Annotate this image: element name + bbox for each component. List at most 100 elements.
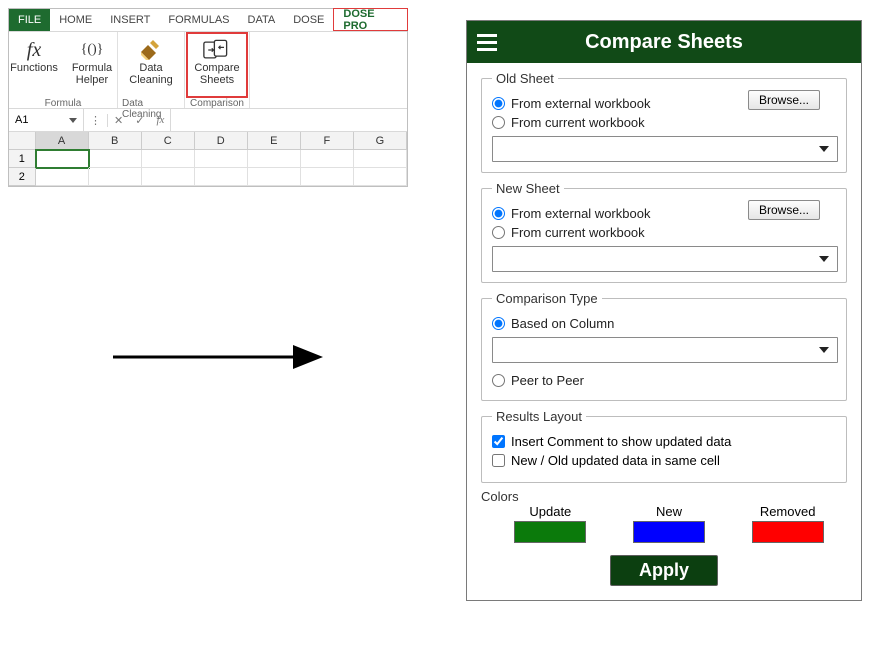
column-headers: A B C D E F G xyxy=(9,132,407,150)
pane-title: Compare Sheets xyxy=(507,31,861,54)
results-layout-group: Results Layout Insert Comment to show up… xyxy=(481,409,847,483)
based-on-column-label: Based on Column xyxy=(511,316,614,331)
old-sheet-legend: Old Sheet xyxy=(492,71,558,86)
cell[interactable] xyxy=(89,168,142,186)
ribbon: fx Functions {()} Formula Helper Formula… xyxy=(9,32,407,108)
col-header-d[interactable]: D xyxy=(195,132,248,150)
cell[interactable] xyxy=(248,150,301,168)
ribbon-tabs: FILE HOME INSERT FORMULAS DATA DOSE DOSE… xyxy=(9,9,407,32)
cell[interactable] xyxy=(301,150,354,168)
old-sheet-external-label: From external workbook xyxy=(511,96,650,111)
tab-dose[interactable]: DOSE xyxy=(284,9,333,31)
cell-a1[interactable] xyxy=(36,150,89,168)
colors-section: Colors Update New Removed xyxy=(481,489,847,543)
formula-helper-label-2: Helper xyxy=(76,74,108,86)
color-new-swatch[interactable] xyxy=(633,521,705,543)
comparison-type-group: Comparison Type Based on Column Peer to … xyxy=(481,291,847,401)
col-header-e[interactable]: E xyxy=(248,132,301,150)
col-header-c[interactable]: C xyxy=(142,132,195,150)
apply-button[interactable]: Apply xyxy=(610,555,718,586)
color-update-swatch[interactable] xyxy=(514,521,586,543)
data-cleaning-button[interactable]: Data Cleaning xyxy=(122,34,180,96)
arrow-icon xyxy=(8,342,428,372)
row-1: 1 xyxy=(9,150,407,168)
namebox-menu-icon[interactable]: ⋮ xyxy=(84,114,108,127)
insert-comment-label: Insert Comment to show updated data xyxy=(511,434,731,449)
cell[interactable] xyxy=(354,150,407,168)
new-sheet-current-radio[interactable] xyxy=(492,226,505,239)
old-sheet-external-radio[interactable] xyxy=(492,97,505,110)
col-header-b[interactable]: B xyxy=(89,132,142,150)
new-sheet-browse-button[interactable]: Browse... xyxy=(748,200,820,220)
tab-home[interactable]: HOME xyxy=(50,9,101,31)
row-2: 2 xyxy=(9,168,407,186)
color-update: Update xyxy=(514,504,586,543)
comparison-type-legend: Comparison Type xyxy=(492,291,602,306)
new-sheet-legend: New Sheet xyxy=(492,181,564,196)
ribbon-group-formula: fx Functions {()} Formula Helper Formula xyxy=(9,32,118,108)
data-cleaning-label-1: Data xyxy=(139,62,162,74)
color-removed-label: Removed xyxy=(760,504,816,519)
braces-icon: {()} xyxy=(78,38,106,62)
data-cleaning-label-2: Cleaning xyxy=(129,74,172,86)
tab-dose-pro[interactable]: DOSE PRO xyxy=(333,8,408,31)
color-new-label: New xyxy=(656,504,682,519)
tab-file[interactable]: FILE xyxy=(9,9,50,31)
cancel-icon[interactable]: ✕ xyxy=(108,114,129,127)
excel-window: FILE HOME INSERT FORMULAS DATA DOSE DOSE… xyxy=(8,8,408,187)
tab-insert[interactable]: INSERT xyxy=(101,9,159,31)
compare-sheets-label-1: Compare xyxy=(194,62,239,74)
color-removed-swatch[interactable] xyxy=(752,521,824,543)
peer-to-peer-radio[interactable] xyxy=(492,374,505,387)
new-sheet-dropdown[interactable] xyxy=(492,246,838,272)
new-sheet-current-label: From current workbook xyxy=(511,225,645,240)
based-on-column-radio[interactable] xyxy=(492,317,505,330)
formula-helper-label-1: Formula xyxy=(72,62,112,74)
ribbon-group-comparison: Compare Sheets Comparison xyxy=(185,32,250,108)
col-header-g[interactable]: G xyxy=(354,132,407,150)
cell[interactable] xyxy=(36,168,89,186)
tab-formulas[interactable]: FORMULAS xyxy=(159,9,238,31)
cell[interactable] xyxy=(142,150,195,168)
new-sheet-external-label: From external workbook xyxy=(511,206,650,221)
fx-icon: fx xyxy=(20,38,48,62)
same-cell-checkbox[interactable] xyxy=(492,454,505,467)
col-header-a[interactable]: A xyxy=(36,132,89,150)
peer-to-peer-label: Peer to Peer xyxy=(511,373,584,388)
cell[interactable] xyxy=(248,168,301,186)
old-sheet-dropdown[interactable] xyxy=(492,136,838,162)
tab-data[interactable]: DATA xyxy=(239,9,285,31)
fx-icon[interactable]: fx xyxy=(150,114,170,126)
old-sheet-browse-button[interactable]: Browse... xyxy=(748,90,820,110)
broom-icon xyxy=(137,38,165,62)
functions-label: Functions xyxy=(10,62,58,74)
hamburger-menu-icon[interactable] xyxy=(467,34,507,51)
ribbon-group-data-cleaning: Data Cleaning Data Cleaning xyxy=(118,32,185,108)
color-update-label: Update xyxy=(529,504,571,519)
col-header-f[interactable]: F xyxy=(301,132,354,150)
cell[interactable] xyxy=(89,150,142,168)
formula-helper-button[interactable]: {()} Formula Helper xyxy=(63,34,121,96)
insert-comment-checkbox[interactable] xyxy=(492,435,505,448)
row-header-1[interactable]: 1 xyxy=(9,150,36,168)
cell[interactable] xyxy=(301,168,354,186)
formula-input[interactable] xyxy=(170,109,407,131)
new-sheet-external-radio[interactable] xyxy=(492,207,505,220)
name-box[interactable]: A1 xyxy=(9,109,84,131)
old-sheet-group: Old Sheet Browse... From external workbo… xyxy=(481,71,847,173)
same-cell-label: New / Old updated data in same cell xyxy=(511,453,720,468)
cell[interactable] xyxy=(195,150,248,168)
colors-title: Colors xyxy=(481,489,519,504)
row-header-2[interactable]: 2 xyxy=(9,168,36,186)
comparison-column-dropdown[interactable] xyxy=(492,337,838,363)
color-removed: Removed xyxy=(752,504,824,543)
compare-sheets-button[interactable]: Compare Sheets xyxy=(186,32,248,98)
functions-button[interactable]: fx Functions xyxy=(5,34,63,96)
cell[interactable] xyxy=(195,168,248,186)
old-sheet-current-radio[interactable] xyxy=(492,116,505,129)
select-all-corner[interactable] xyxy=(9,132,36,150)
enter-icon[interactable]: ✓ xyxy=(129,114,150,127)
old-sheet-current-label: From current workbook xyxy=(511,115,645,130)
cell[interactable] xyxy=(354,168,407,186)
cell[interactable] xyxy=(142,168,195,186)
